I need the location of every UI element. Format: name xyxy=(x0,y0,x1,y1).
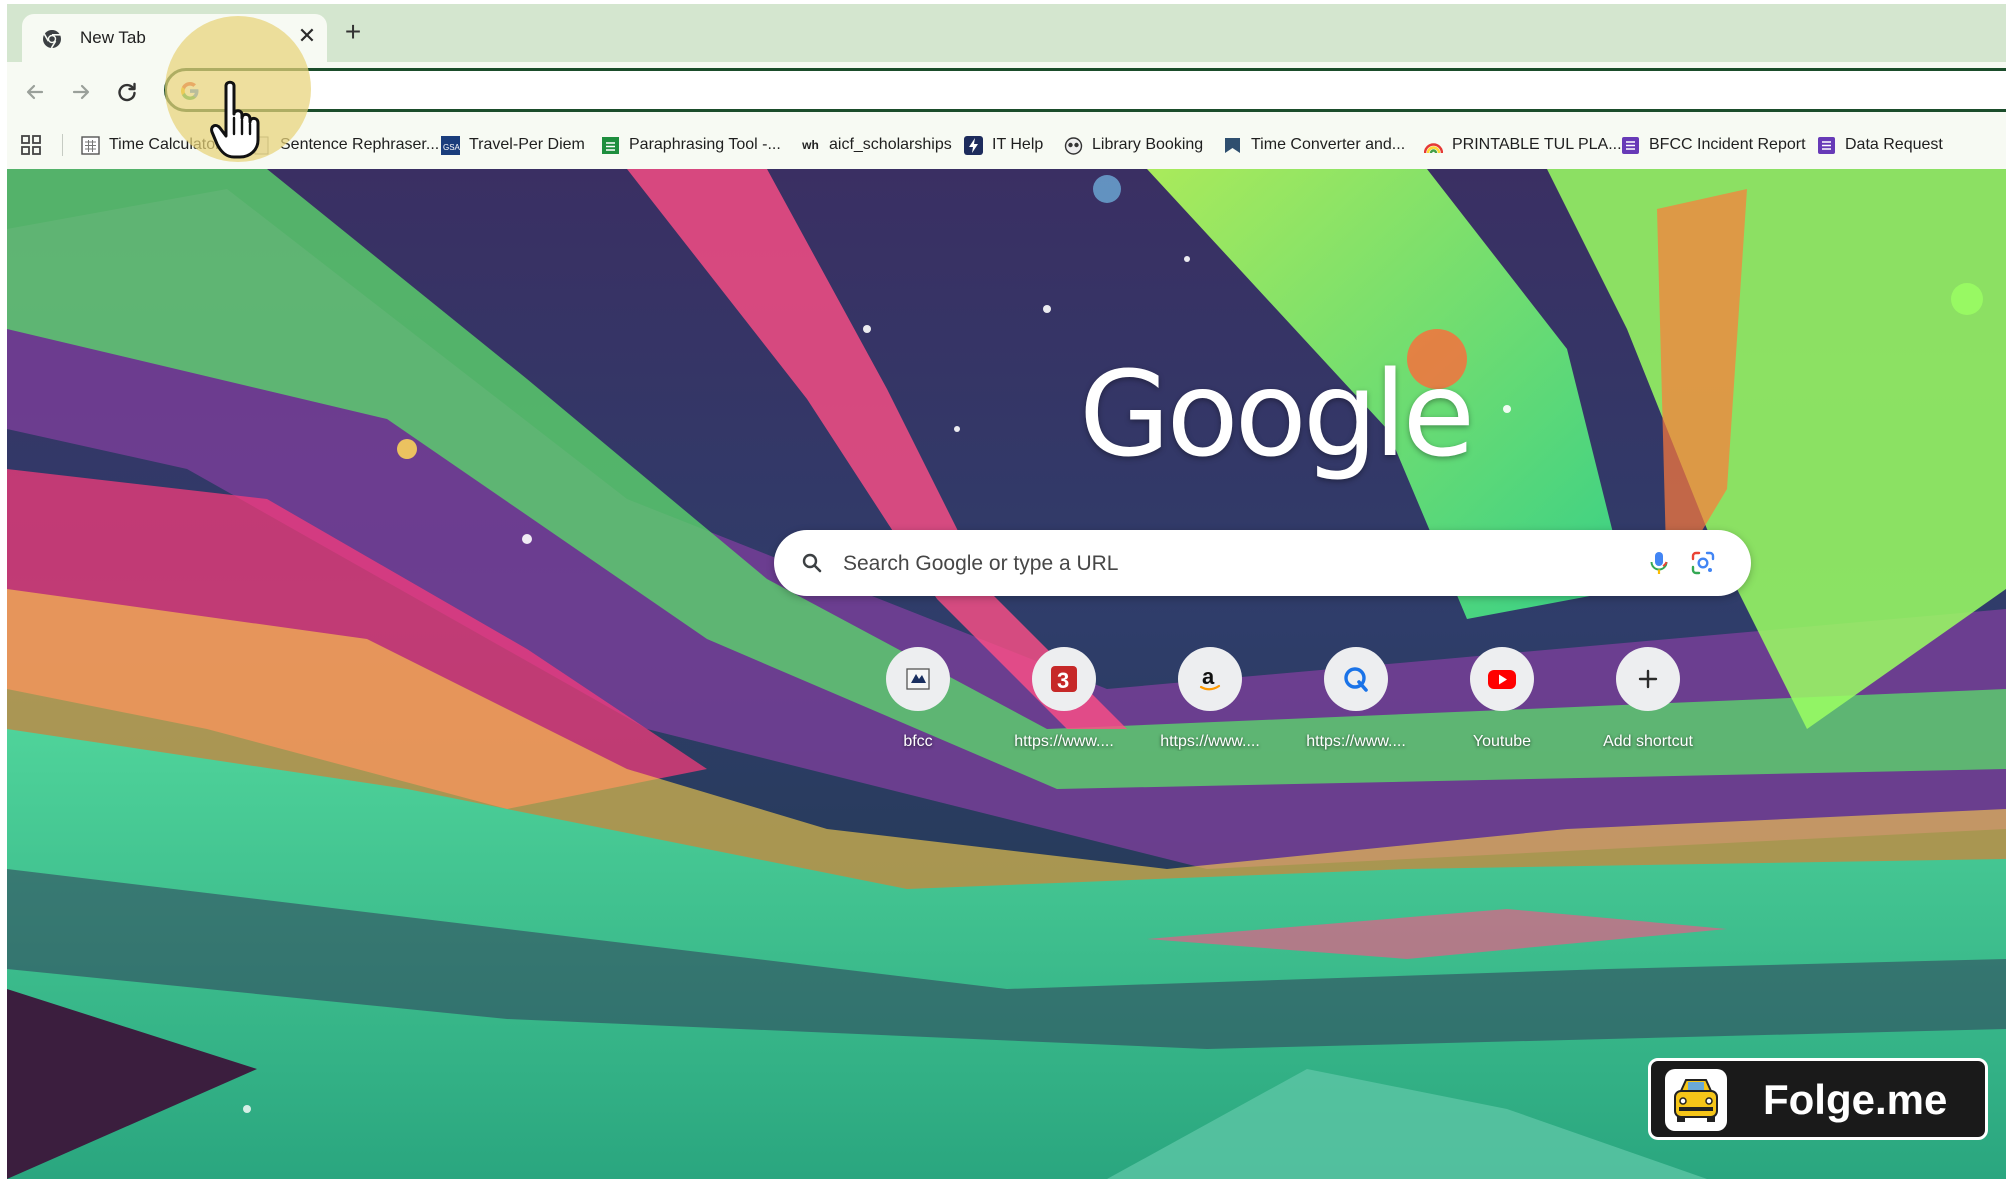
sheet-icon xyxy=(601,136,620,155)
shortcut-label: Youtube xyxy=(1472,733,1532,750)
bookmark-label: PRINTABLE TUL PLA... xyxy=(1452,136,1622,153)
form-icon xyxy=(1817,136,1836,155)
bookmark-label: Library Booking xyxy=(1092,136,1204,153)
owl-icon xyxy=(1064,136,1083,155)
search-icon xyxy=(802,553,822,573)
clock-icon xyxy=(1223,136,1242,155)
rainbow-icon xyxy=(1424,136,1443,155)
bookmark-aicf-scholarships[interactable]: wh aicf_scholarships xyxy=(801,132,952,158)
bookmark-label: Time Converter and... xyxy=(1251,136,1406,153)
shortcut-site-2[interactable]: 3 https://www.... xyxy=(991,647,1137,767)
svg-text:a: a xyxy=(1202,664,1215,689)
bookmark-label: Sentence Rephraser... xyxy=(280,136,440,153)
add-shortcut-button[interactable]: Add shortcut xyxy=(1575,647,1721,767)
plus-icon xyxy=(1616,647,1680,711)
address-bar[interactable] xyxy=(164,68,2006,112)
wh-icon: wh xyxy=(802,138,819,152)
browser-window: New Tab ✕ + Time Calculator Sentence Rep… xyxy=(7,4,2006,1179)
lightning-icon xyxy=(964,135,983,155)
calculator-icon xyxy=(81,135,100,155)
youtube-icon xyxy=(1470,647,1534,711)
search-box[interactable] xyxy=(774,530,1751,596)
folge-me-badge: Folge.me xyxy=(1648,1058,1988,1140)
q-icon xyxy=(1324,647,1388,711)
bfcc-icon xyxy=(886,647,950,711)
new-tab-page: Google Search Google or type a URL bfcc … xyxy=(7,169,2006,1179)
search-input[interactable] xyxy=(841,547,1605,581)
chrome-icon xyxy=(43,30,61,49)
bookmark-time-converter[interactable]: Time Converter and... xyxy=(1223,132,1405,158)
shortcut-label: bfcc xyxy=(903,733,933,750)
bookmark-it-help[interactable]: IT Help xyxy=(964,132,1043,158)
bookmark-label: Travel-Per Diem xyxy=(469,136,585,153)
shortcut-site-3[interactable]: a https://www.... xyxy=(1137,647,1283,767)
gsa-icon: GSA xyxy=(441,135,460,155)
address-input[interactable] xyxy=(215,77,1919,107)
watermark-text: Folge.me xyxy=(1763,1076,1948,1123)
bookmark-label: aicf_scholarships xyxy=(829,136,952,153)
shortcut-label: https://www.... xyxy=(1160,733,1260,750)
shortcut-label: Add shortcut xyxy=(1603,733,1693,750)
bookmark-printable-tul-pla[interactable]: PRINTABLE TUL PLA... xyxy=(1424,132,1622,158)
bookmark-library-booking[interactable]: Library Booking xyxy=(1064,132,1203,158)
form-icon xyxy=(1621,136,1640,155)
microphone-icon[interactable] xyxy=(1645,549,1673,577)
bookmark-label: Paraphrasing Tool -... xyxy=(629,136,781,153)
bookmarks-bar: Time Calculator Sentence Rephraser... GS… xyxy=(7,122,2006,169)
bookmark-travel-per-diem[interactable]: GSA Travel-Per Diem xyxy=(441,132,585,158)
amazon-icon: a xyxy=(1178,647,1242,711)
reload-icon[interactable] xyxy=(113,78,141,106)
back-arrow-icon[interactable] xyxy=(21,78,49,106)
new-tab-button[interactable]: + xyxy=(338,18,368,48)
shortcut-youtube[interactable]: Youtube xyxy=(1429,647,1575,767)
svg-text:3: 3 xyxy=(1057,668,1069,693)
svg-text:GSA: GSA xyxy=(443,143,460,152)
close-tab-icon[interactable]: ✕ xyxy=(295,24,319,48)
hand-pointer-icon xyxy=(210,80,260,159)
bookmark-bfcc-incident-report[interactable]: BFCC Incident Report xyxy=(1621,132,1806,158)
google-logo: Google xyxy=(1079,345,1475,483)
google-lens-icon[interactable] xyxy=(1690,550,1716,576)
bookmarks-separator xyxy=(62,134,63,156)
shortcut-label: https://www.... xyxy=(1014,733,1114,750)
shortcut-bfcc[interactable]: bfcc xyxy=(845,647,991,767)
bookmark-data-request[interactable]: Data Request xyxy=(1817,132,1943,158)
tab-strip: New Tab ✕ + xyxy=(7,4,2006,62)
bookmark-label: IT Help xyxy=(992,136,1044,153)
bookmark-paraphrasing-tool[interactable]: Paraphrasing Tool -... xyxy=(601,132,781,158)
apps-grid-icon[interactable] xyxy=(21,135,41,155)
bookmark-label: BFCC Incident Report xyxy=(1649,136,1806,153)
number-3-icon: 3 xyxy=(1032,647,1096,711)
tab-title: New Tab xyxy=(80,28,146,47)
bookmark-label: Data Request xyxy=(1845,136,1943,153)
shortcut-site-4[interactable]: https://www.... xyxy=(1283,647,1429,767)
folge-car-logo xyxy=(1665,1069,1727,1131)
shortcut-label: https://www.... xyxy=(1306,733,1406,750)
forward-arrow-icon[interactable] xyxy=(67,78,95,106)
